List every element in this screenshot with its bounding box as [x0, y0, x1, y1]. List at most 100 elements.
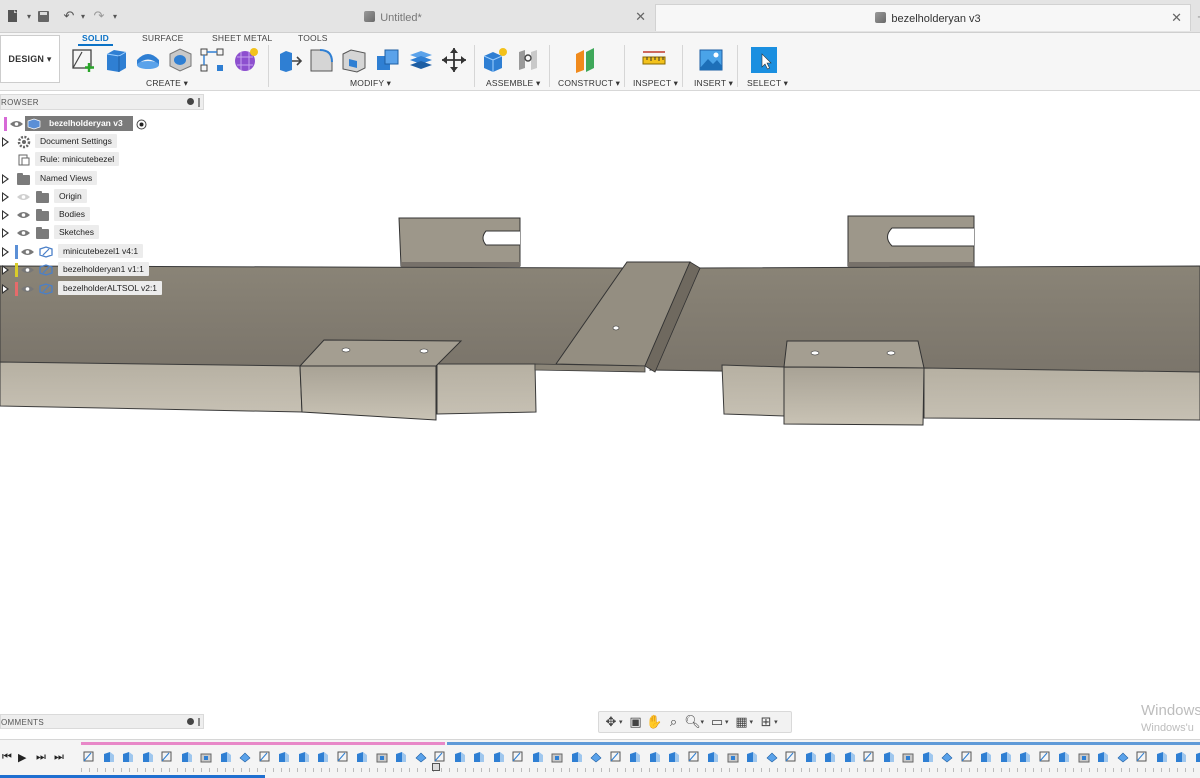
create-form-icon[interactable] — [232, 46, 260, 74]
timeline-sheet-icon[interactable] — [238, 750, 252, 764]
timeline-sketch-icon[interactable] — [160, 750, 174, 764]
assemble-menu[interactable]: ASSEMBLE ▾ — [486, 78, 540, 89]
orbit-caret-icon[interactable]: ▾ — [619, 718, 623, 726]
tab-surface[interactable]: SURFACE — [142, 33, 184, 43]
comments-panel-header[interactable]: OMMENTS — [0, 714, 204, 729]
offset-plane-icon[interactable] — [572, 46, 600, 74]
visibility-eye-icon[interactable] — [17, 211, 30, 219]
fit-zoom-icon[interactable]: 🔍︎ — [684, 714, 701, 730]
timeline-fold-icon[interactable] — [277, 750, 291, 764]
timeline-fold-icon[interactable] — [453, 750, 467, 764]
timeline-fold-icon[interactable] — [706, 750, 720, 764]
new-tab-icon[interactable]: + — [1190, 6, 1200, 26]
timeline-fold-icon[interactable] — [1018, 750, 1032, 764]
create-sketch-icon[interactable] — [70, 46, 98, 74]
activate-radio-icon[interactable] — [136, 119, 147, 130]
modify-menu[interactable]: MODIFY ▾ — [350, 78, 391, 89]
go-to-start-icon[interactable]: ⏮ — [2, 751, 12, 764]
browser-item-rule[interactable]: Rule: minicutebezel — [0, 152, 130, 168]
timeline-fold-icon[interactable] — [921, 750, 935, 764]
timeline-fold-icon[interactable] — [492, 750, 506, 764]
pan-icon[interactable]: ✋ — [646, 714, 662, 730]
expand-triangle-icon[interactable] — [2, 265, 11, 275]
grid-caret-icon[interactable]: ▾ — [750, 718, 754, 726]
replace-face-icon[interactable] — [407, 46, 435, 74]
timeline-sketch-icon[interactable] — [784, 750, 798, 764]
timeline-fold-icon[interactable] — [394, 750, 408, 764]
tab-untitled[interactable]: Untitled* ✕ — [122, 4, 654, 31]
browser-item-bodies[interactable]: Bodies — [0, 207, 110, 223]
timeline-fold-icon[interactable] — [979, 750, 993, 764]
browser-item-sketches[interactable]: Sketches — [0, 225, 110, 241]
timeline-cut-icon[interactable] — [726, 750, 740, 764]
combine-icon[interactable] — [374, 46, 402, 74]
joint-icon[interactable] — [514, 46, 542, 74]
expand-triangle-icon[interactable] — [2, 137, 11, 147]
select-icon[interactable] — [750, 46, 778, 74]
timeline-fold-icon[interactable] — [804, 750, 818, 764]
timeline-fold-icon[interactable] — [628, 750, 642, 764]
timeline-sketch-icon[interactable] — [82, 750, 96, 764]
comments-add-icon[interactable] — [187, 718, 194, 725]
viewports-caret-icon[interactable]: ▾ — [774, 718, 778, 726]
display-settings-icon[interactable]: ▭ — [709, 714, 725, 730]
timeline-sketch-icon[interactable] — [336, 750, 350, 764]
hole-icon[interactable] — [166, 46, 194, 74]
timeline-fold-icon[interactable] — [667, 750, 681, 764]
timeline-fold-icon[interactable] — [121, 750, 135, 764]
visibility-eye-icon[interactable] — [10, 120, 23, 128]
save-icon[interactable] — [32, 6, 54, 26]
browser-item-bezelholderaltsol[interactable]: bezelholderALTSOL v2:1 — [0, 281, 165, 297]
timeline-fold-icon[interactable] — [1096, 750, 1110, 764]
timeline-sheet-icon[interactable] — [940, 750, 954, 764]
expand-triangle-icon[interactable] — [2, 228, 11, 238]
timeline-marker[interactable] — [432, 763, 440, 771]
visibility-eye-icon[interactable] — [17, 229, 30, 237]
timeline-sketch-icon[interactable] — [1135, 750, 1149, 764]
model-canvas[interactable] — [0, 0, 1200, 778]
timeline-cut-icon[interactable] — [901, 750, 915, 764]
timeline-fold-icon[interactable] — [102, 750, 116, 764]
visibility-eye-icon[interactable] — [21, 285, 34, 293]
timeline-fold-icon[interactable] — [1057, 750, 1071, 764]
timeline-fold-icon[interactable] — [141, 750, 155, 764]
revolve-icon[interactable] — [134, 46, 162, 74]
look-at-icon[interactable]: ▣ — [628, 714, 644, 730]
tab-solid[interactable]: SOLID — [78, 33, 113, 46]
timeline-fold-icon[interactable] — [297, 750, 311, 764]
display-caret-icon[interactable]: ▾ — [725, 718, 729, 726]
orbit-icon[interactable]: ✥ — [603, 714, 619, 730]
insert-image-icon[interactable] — [697, 46, 725, 74]
construct-menu[interactable]: CONSTRUCT ▾ — [558, 78, 620, 89]
inspect-menu[interactable]: INSPECT ▾ — [633, 78, 678, 89]
timeline-cut-icon[interactable] — [1077, 750, 1091, 764]
browser-options-icon[interactable] — [187, 98, 194, 105]
browser-panel-header[interactable]: ROWSER — [0, 94, 204, 110]
close-tab-icon[interactable]: ✕ — [1171, 10, 1182, 26]
rectangular-pattern-icon[interactable] — [198, 46, 226, 74]
browser-item-origin[interactable]: Origin — [0, 189, 110, 205]
timeline-sketch-icon[interactable] — [1038, 750, 1052, 764]
timeline-fold-icon[interactable] — [823, 750, 837, 764]
go-to-end-icon[interactable]: ⏭ — [54, 751, 64, 764]
comments-collapse-icon[interactable] — [198, 718, 200, 726]
play-icon[interactable]: ▶ — [18, 751, 26, 764]
new-component-icon[interactable] — [481, 46, 509, 74]
visibility-eye-hidden-icon[interactable] — [17, 193, 30, 201]
browser-root-row[interactable]: bezelholderyan v3 — [0, 116, 160, 132]
expand-triangle-icon[interactable] — [2, 210, 11, 220]
timeline-sketch-icon[interactable] — [609, 750, 623, 764]
timeline-fold-icon[interactable] — [570, 750, 584, 764]
timeline-fold-icon[interactable] — [472, 750, 486, 764]
tab-sheet-metal[interactable]: SHEET METAL — [212, 33, 272, 43]
browser-item-bezelholderyan1[interactable]: bezelholderyan1 v1:1 — [0, 262, 150, 278]
workspace-switcher-button[interactable]: DESIGN ▾ — [0, 35, 60, 83]
timeline-fold-icon[interactable] — [999, 750, 1013, 764]
timeline-fold-icon[interactable] — [180, 750, 194, 764]
timeline-fold-icon[interactable] — [316, 750, 330, 764]
timeline-sketch-icon[interactable] — [687, 750, 701, 764]
browser-item-named-views[interactable]: Named Views — [0, 171, 110, 187]
create-menu[interactable]: CREATE ▾ — [146, 78, 188, 89]
timeline-fold-icon[interactable] — [745, 750, 759, 764]
browser-collapse-icon[interactable] — [198, 98, 200, 107]
